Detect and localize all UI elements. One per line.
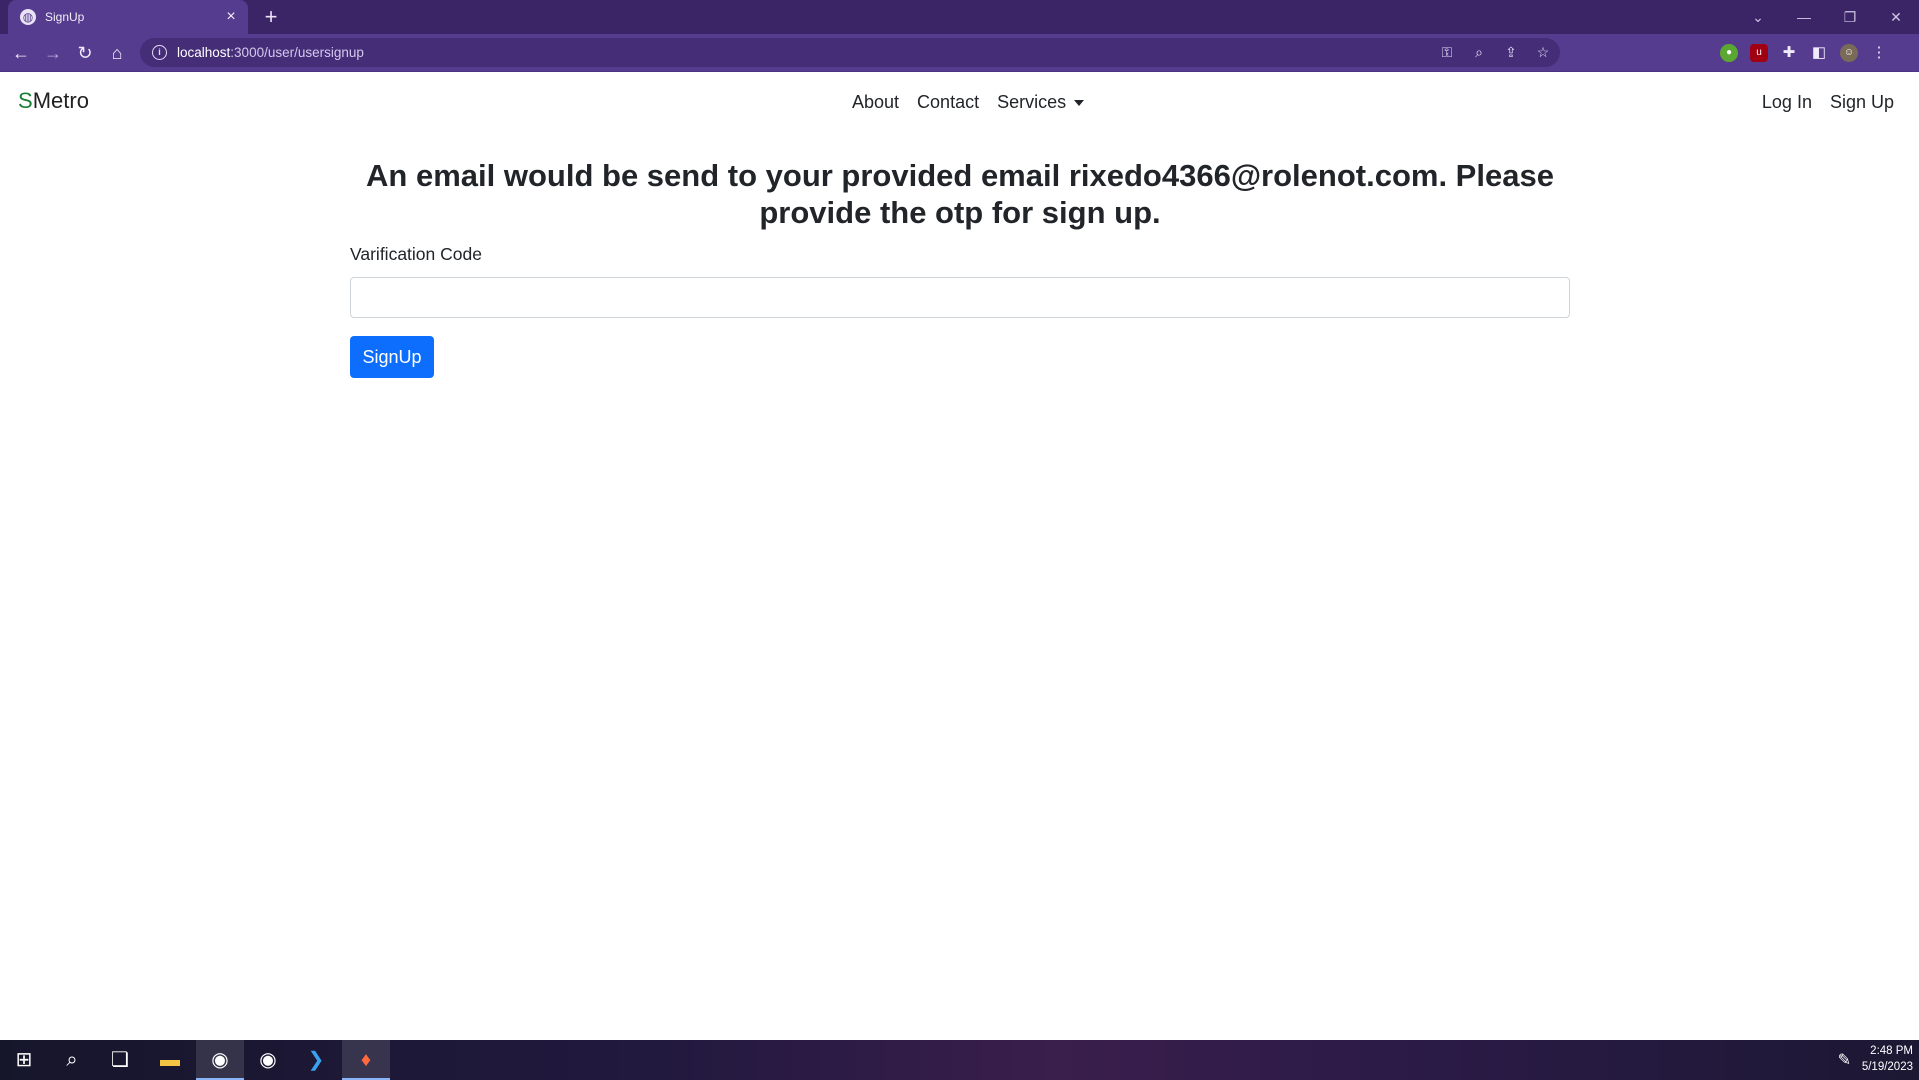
new-tab-button[interactable]: +: [259, 5, 283, 29]
kebab-menu-icon[interactable]: ⋮: [1870, 44, 1888, 62]
reload-icon[interactable]: ↻: [72, 40, 98, 66]
profile-avatar-icon[interactable]: ☺: [1840, 44, 1858, 62]
vscode-icon[interactable]: ❯: [292, 1040, 340, 1080]
windows-taskbar: ⊞ ⌕ ❏ ▬ ◉ ◉ ❯ ♦ ✎ 2:48 PM 5/19/2023: [0, 1040, 1919, 1080]
address-bar-actions: ⚿ ⌕ ⇪ ☆: [1438, 38, 1552, 67]
nav-signup[interactable]: Sign Up: [1830, 92, 1894, 113]
search-icon[interactable]: ⌕: [48, 1040, 96, 1080]
nav-contact[interactable]: Contact: [917, 92, 979, 113]
clock-time: 2:48 PM: [1870, 1045, 1913, 1057]
caret-down-icon: [1074, 100, 1085, 107]
tab-search-icon[interactable]: ⌄: [1735, 9, 1781, 26]
nav-links: About Contact Services: [852, 92, 1085, 113]
restore-icon[interactable]: ❐: [1827, 9, 1873, 26]
url-text: localhost:3000/user/usersignup: [177, 45, 364, 60]
puzzle-extensions-icon[interactable]: ✚: [1780, 44, 1798, 62]
nav-about[interactable]: About: [852, 92, 899, 113]
task-view-icon[interactable]: ❏: [96, 1040, 144, 1080]
address-bar[interactable]: i localhost:3000/user/usersignup ⚿ ⌕ ⇪ ☆: [140, 38, 1560, 67]
brand-logo[interactable]: SMetro: [18, 88, 89, 114]
share-icon[interactable]: ⇪: [1502, 44, 1520, 61]
home-icon[interactable]: ⌂: [104, 40, 130, 66]
bookmark-star-icon[interactable]: ☆: [1534, 44, 1552, 61]
close-window-icon[interactable]: ✕: [1873, 9, 1919, 26]
browser-tab-strip: ◍ SignUp × + ⌄ — ❐ ✕: [0, 0, 1919, 34]
nav-services-dropdown[interactable]: Services: [997, 92, 1085, 113]
key-icon[interactable]: ⚿: [1438, 44, 1456, 61]
system-clock[interactable]: 2:48 PM 5/19/2023: [1862, 1043, 1913, 1075]
chrome-profile-icon[interactable]: ◉: [244, 1040, 292, 1080]
window-controls: ⌄ — ❐ ✕: [1735, 0, 1919, 34]
ublock-icon[interactable]: u: [1750, 44, 1768, 62]
windows-start-icon[interactable]: ⊞: [0, 1040, 48, 1080]
forward-arrow-icon[interactable]: →: [40, 40, 66, 66]
verification-code-label: Varification Code: [350, 244, 482, 264]
signup-button[interactable]: SignUp: [350, 336, 434, 378]
browser-toolbar: ← → ↻ ⌂ i localhost:3000/user/usersignup…: [0, 34, 1919, 72]
site-navbar: SMetro About Contact Services Log In Sig…: [0, 72, 1919, 132]
globe-icon: ◍: [20, 9, 36, 25]
tab-title: SignUp: [45, 10, 85, 24]
file-explorer-icon[interactable]: ▬: [146, 1040, 194, 1080]
green-extension-icon[interactable]: ●: [1720, 44, 1738, 62]
verification-code-input[interactable]: [350, 277, 1570, 318]
nav-login[interactable]: Log In: [1762, 92, 1812, 113]
pen-icon[interactable]: ✎: [1838, 1050, 1851, 1070]
tab-signup[interactable]: ◍ SignUp ×: [8, 0, 248, 34]
extension-icons: ● u ✚ ◧ ☺ ⋮: [1720, 40, 1888, 66]
otp-instruction-heading: An email would be send to your provided …: [366, 158, 1554, 230]
minimize-icon[interactable]: —: [1781, 9, 1827, 25]
site-info-icon[interactable]: i: [152, 45, 167, 60]
close-tab-icon[interactable]: ×: [222, 8, 240, 26]
clock-date: 5/19/2023: [1861, 1061, 1913, 1073]
chrome-icon[interactable]: ◉: [196, 1040, 244, 1080]
auth-links: Log In Sign Up: [1762, 92, 1894, 113]
app-icon[interactable]: ♦: [342, 1040, 390, 1080]
zoom-icon[interactable]: ⌕: [1470, 44, 1488, 61]
back-arrow-icon[interactable]: ←: [8, 40, 34, 66]
side-panel-icon[interactable]: ◧: [1810, 44, 1828, 62]
